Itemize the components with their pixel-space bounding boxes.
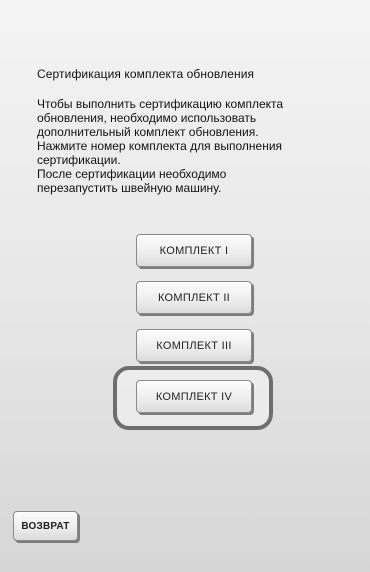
instruction-line: Нажмите номер комплекта для выполнения (37, 139, 283, 153)
page-title: Сертификация комплекта обновления (37, 67, 255, 81)
instructions-text: Чтобы выполнить сертификацию комплекта о… (37, 97, 337, 195)
kit-3-button[interactable]: КОМПЛЕКТ III (136, 329, 252, 362)
instruction-line: обновления, необходимо использовать (37, 111, 257, 125)
kit-1-button[interactable]: КОМПЛЕКТ I (136, 234, 252, 267)
back-button[interactable]: ВОЗВРАТ (13, 511, 78, 541)
kit-certification-screen: Сертификация комплекта обновления Чтобы … (0, 0, 370, 572)
instruction-line: перезапустить швейную машину. (37, 181, 222, 195)
instruction-line: После сертификации необходимо (37, 167, 227, 181)
instruction-line: сертификации. (37, 153, 121, 167)
kit-4-button[interactable]: КОМПЛЕКТ IV (136, 380, 252, 413)
kit-2-button[interactable]: КОМПЛЕКТ II (136, 281, 252, 314)
instruction-line: дополнительный комплект обновления. (37, 125, 259, 139)
instruction-line: Чтобы выполнить сертификацию комплекта (37, 97, 284, 111)
